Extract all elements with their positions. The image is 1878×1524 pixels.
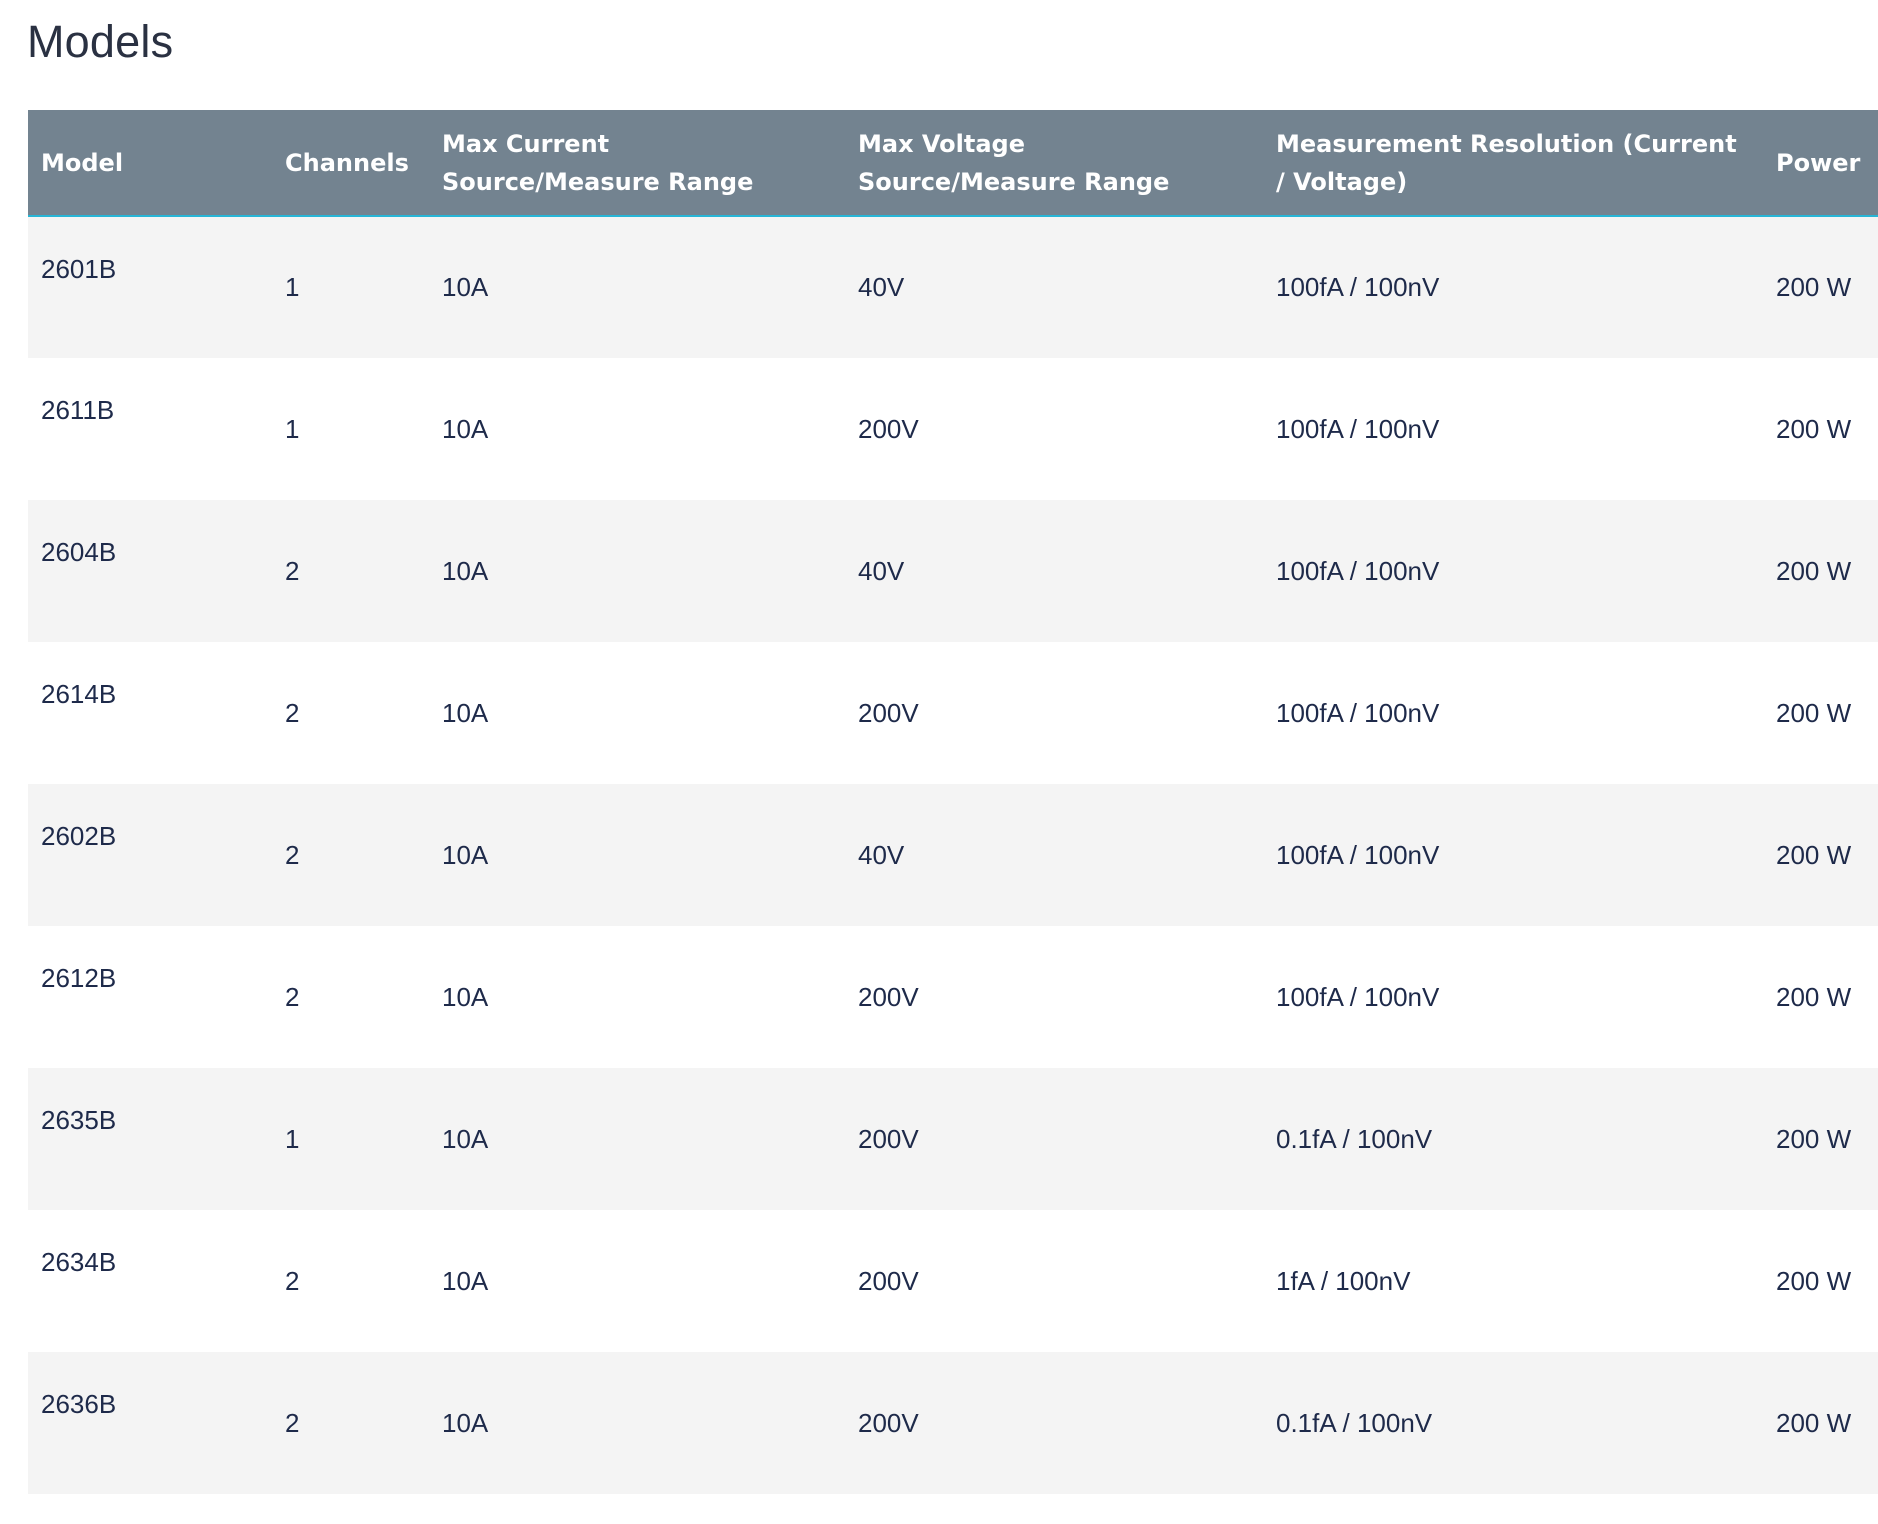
cell-power: 200 W bbox=[1776, 413, 1852, 444]
cell-resolution: 100fA / 100nV bbox=[1276, 839, 1440, 870]
cell-channels: 2 bbox=[285, 697, 300, 728]
table-row: 2634B 2 10A 200V 1fA / 100nV 200 W bbox=[28, 1210, 1878, 1352]
table-row: 2602B 2 10A 40V 100fA / 100nV 200 W bbox=[28, 784, 1878, 926]
cell-max-voltage: 200V bbox=[858, 1265, 919, 1296]
cell-max-voltage: 40V bbox=[858, 839, 905, 870]
cell-model: 2636B bbox=[41, 1389, 117, 1419]
table-row: 2601B 1 10A 40V 100fA / 100nV 200 W bbox=[28, 216, 1878, 358]
cell-resolution: 1fA / 100nV bbox=[1276, 1265, 1411, 1296]
models-table: Model Channels Max Current Source/Measur… bbox=[28, 110, 1878, 1494]
column-header-max-current: Max Current Source/Measure Range bbox=[429, 110, 845, 217]
cell-power: 200 W bbox=[1776, 697, 1852, 728]
cell-max-current: 10A bbox=[442, 1265, 489, 1296]
cell-channels: 2 bbox=[285, 1407, 300, 1438]
table-row: 2611B 1 10A 200V 100fA / 100nV 200 W bbox=[28, 358, 1878, 500]
cell-model: 2635B bbox=[41, 1105, 117, 1135]
cell-max-voltage: 200V bbox=[858, 1407, 919, 1438]
column-header-resolution: Measurement Resolution (Current / Voltag… bbox=[1263, 110, 1763, 217]
cell-power: 200 W bbox=[1776, 1265, 1852, 1296]
table-header: Model Channels Max Current Source/Measur… bbox=[28, 110, 1878, 217]
cell-resolution: 100fA / 100nV bbox=[1276, 981, 1440, 1012]
cell-max-current: 10A bbox=[442, 697, 489, 728]
cell-model: 2602B bbox=[41, 821, 117, 851]
table-row: 2604B 2 10A 40V 100fA / 100nV 200 W bbox=[28, 500, 1878, 642]
cell-power: 200 W bbox=[1776, 1123, 1852, 1154]
cell-power: 200 W bbox=[1776, 555, 1852, 586]
table-row: 2635B 1 10A 200V 0.1fA / 100nV 200 W bbox=[28, 1068, 1878, 1210]
cell-max-current: 10A bbox=[442, 555, 489, 586]
cell-resolution: 0.1fA / 100nV bbox=[1276, 1123, 1433, 1154]
cell-max-voltage: 200V bbox=[858, 1123, 919, 1154]
cell-power: 200 W bbox=[1776, 272, 1852, 302]
cell-resolution: 100fA / 100nV bbox=[1276, 697, 1440, 728]
cell-power: 200 W bbox=[1776, 981, 1852, 1012]
column-header-max-voltage: Max Voltage Source/Measure Range bbox=[845, 110, 1263, 217]
cell-channels: 2 bbox=[285, 555, 300, 586]
page: Models Model Channels Max Current Source… bbox=[0, 0, 1878, 1524]
table-row: 2614B 2 10A 200V 100fA / 100nV 200 W bbox=[28, 642, 1878, 784]
cell-power: 200 W bbox=[1776, 839, 1852, 870]
cell-model: 2614B bbox=[41, 679, 117, 709]
cell-max-voltage: 200V bbox=[858, 413, 919, 444]
cell-channels: 1 bbox=[285, 1123, 300, 1154]
cell-resolution: 100fA / 100nV bbox=[1276, 555, 1440, 586]
table-header-row: Model Channels Max Current Source/Measur… bbox=[28, 110, 1878, 217]
cell-max-current: 10A bbox=[442, 839, 489, 870]
cell-max-current: 10A bbox=[442, 1123, 489, 1154]
cell-resolution: 0.1fA / 100nV bbox=[1276, 1407, 1433, 1438]
page-title: Models bbox=[27, 16, 174, 67]
table-row: 2612B 2 10A 200V 100fA / 100nV 200 W bbox=[28, 926, 1878, 1068]
column-header-model: Model bbox=[28, 110, 272, 217]
cell-channels: 2 bbox=[285, 1265, 300, 1296]
cell-max-current: 10A bbox=[442, 272, 489, 302]
column-header-channels: Channels bbox=[272, 110, 429, 217]
models-table-container[interactable]: Model Channels Max Current Source/Measur… bbox=[28, 110, 1878, 1494]
cell-power: 200 W bbox=[1776, 1407, 1852, 1438]
cell-model: 2604B bbox=[41, 537, 117, 567]
cell-channels: 2 bbox=[285, 839, 300, 870]
table-row: 2636B 2 10A 200V 0.1fA / 100nV 200 W bbox=[28, 1352, 1878, 1494]
cell-max-voltage: 200V bbox=[858, 981, 919, 1012]
cell-model: 2612B bbox=[41, 963, 117, 993]
cell-channels: 2 bbox=[285, 981, 300, 1012]
cell-max-voltage: 40V bbox=[858, 555, 905, 586]
cell-resolution: 100fA / 100nV bbox=[1276, 413, 1440, 444]
table-body: 2601B 1 10A 40V 100fA / 100nV 200 W 2611… bbox=[28, 216, 1878, 1494]
cell-max-current: 10A bbox=[442, 413, 489, 444]
cell-max-current: 10A bbox=[442, 981, 489, 1012]
column-header-power: Power bbox=[1763, 110, 1878, 217]
cell-model: 2634B bbox=[41, 1247, 117, 1277]
cell-max-voltage: 40V bbox=[858, 272, 905, 302]
cell-channels: 1 bbox=[285, 413, 300, 444]
cell-max-voltage: 200V bbox=[858, 697, 919, 728]
cell-max-current: 10A bbox=[442, 1407, 489, 1438]
cell-model: 2601B bbox=[41, 254, 117, 284]
cell-resolution: 100fA / 100nV bbox=[1276, 272, 1440, 302]
cell-model: 2611B bbox=[41, 395, 115, 425]
cell-channels: 1 bbox=[285, 272, 300, 302]
